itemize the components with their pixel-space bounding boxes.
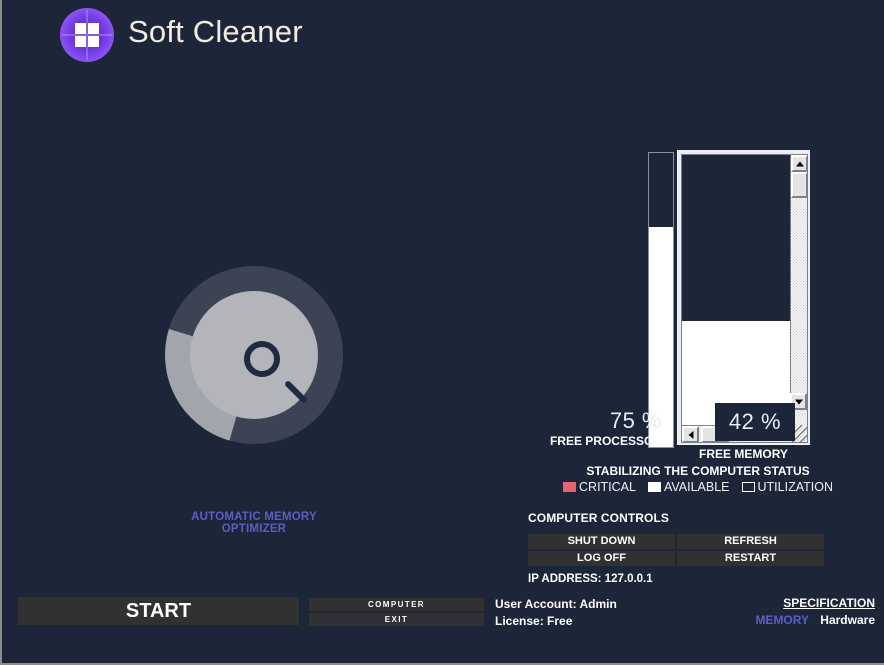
free-processor-gauge (648, 152, 674, 448)
logo-pane-2 (88, 23, 99, 34)
free-memory-gauge-area (681, 154, 808, 443)
hardware-link[interactable]: Hardware (820, 613, 875, 627)
legend-item-critical: CRITICAL (563, 480, 636, 494)
shut-down-button[interactable]: SHUT DOWN (528, 534, 675, 549)
scroll-left-button[interactable] (682, 426, 699, 442)
scroll-down-arrow-icon (794, 399, 803, 404)
memory-link[interactable]: MEMORY (755, 613, 809, 627)
status-message: STABILIZING THE COMPUTER STATUS (586, 464, 810, 478)
license-label: License: Free (495, 614, 573, 628)
gauge-legend: CRITICAL AVAILABLE UTILIZATION (528, 480, 868, 494)
free-memory-label: FREE MEMORY (699, 447, 788, 461)
scroll-up-arrow-icon (795, 161, 804, 166)
legend-swatch-available (647, 482, 661, 492)
computer-button[interactable]: COMPUTER (309, 598, 484, 611)
automatic-memory-optimizer-link[interactable]: AUTOMATIC MEMORY OPTIMIZER (165, 511, 343, 535)
app-logo-icon (60, 8, 114, 62)
magnifier-handle-icon (283, 379, 308, 404)
vertical-scrollbar-thumb[interactable] (791, 172, 807, 198)
magnifier-icon (244, 341, 280, 377)
scroll-left-arrow-icon (688, 430, 693, 439)
free-memory-gauge-window (677, 150, 810, 445)
free-processor-label: FREE PROCESSOR (549, 434, 662, 448)
legend-item-available: AVAILABLE (647, 480, 730, 494)
logo-pane-3 (75, 36, 86, 47)
app-header: Soft Cleaner (2, 0, 884, 68)
refresh-button[interactable]: REFRESH (677, 534, 824, 549)
scroll-up-button[interactable] (791, 155, 807, 172)
ip-address-label: IP ADDRESS: 127.0.0.1 (528, 573, 653, 585)
app-window: Soft Cleaner AUTOMATIC MEMORY OPTIMIZER (0, 0, 884, 665)
exit-button[interactable]: EXIT (309, 613, 484, 626)
four-pane-window-icon (75, 23, 99, 47)
legend-label-utilization: UTILIZATION (757, 480, 833, 494)
page-title: Soft Cleaner (128, 14, 303, 49)
computer-controls-heading: COMPUTER CONTROLS (528, 511, 670, 525)
restart-button[interactable]: RESTART (677, 551, 824, 566)
free-processor-value: 75 % (609, 408, 662, 433)
specification-link[interactable]: SPECIFICATION (783, 596, 875, 610)
scan-dial-center (190, 291, 318, 419)
logo-pane-4 (88, 36, 99, 47)
free-memory-value: 42 % (715, 403, 795, 441)
legend-label-available: AVAILABLE (663, 480, 730, 494)
legend-label-critical: CRITICAL (579, 480, 636, 494)
legend-swatch-utilization (741, 482, 755, 492)
user-account-label: User Account: Admin (495, 597, 617, 611)
scan-progress-dial[interactable] (165, 266, 343, 444)
log-off-button[interactable]: LOG OFF (528, 551, 675, 566)
vertical-scrollbar[interactable] (790, 155, 807, 427)
logo-pane-1 (75, 23, 86, 34)
legend-swatch-critical (563, 482, 577, 492)
start-button[interactable]: START (18, 597, 299, 625)
legend-item-utilization: UTILIZATION (741, 480, 833, 494)
